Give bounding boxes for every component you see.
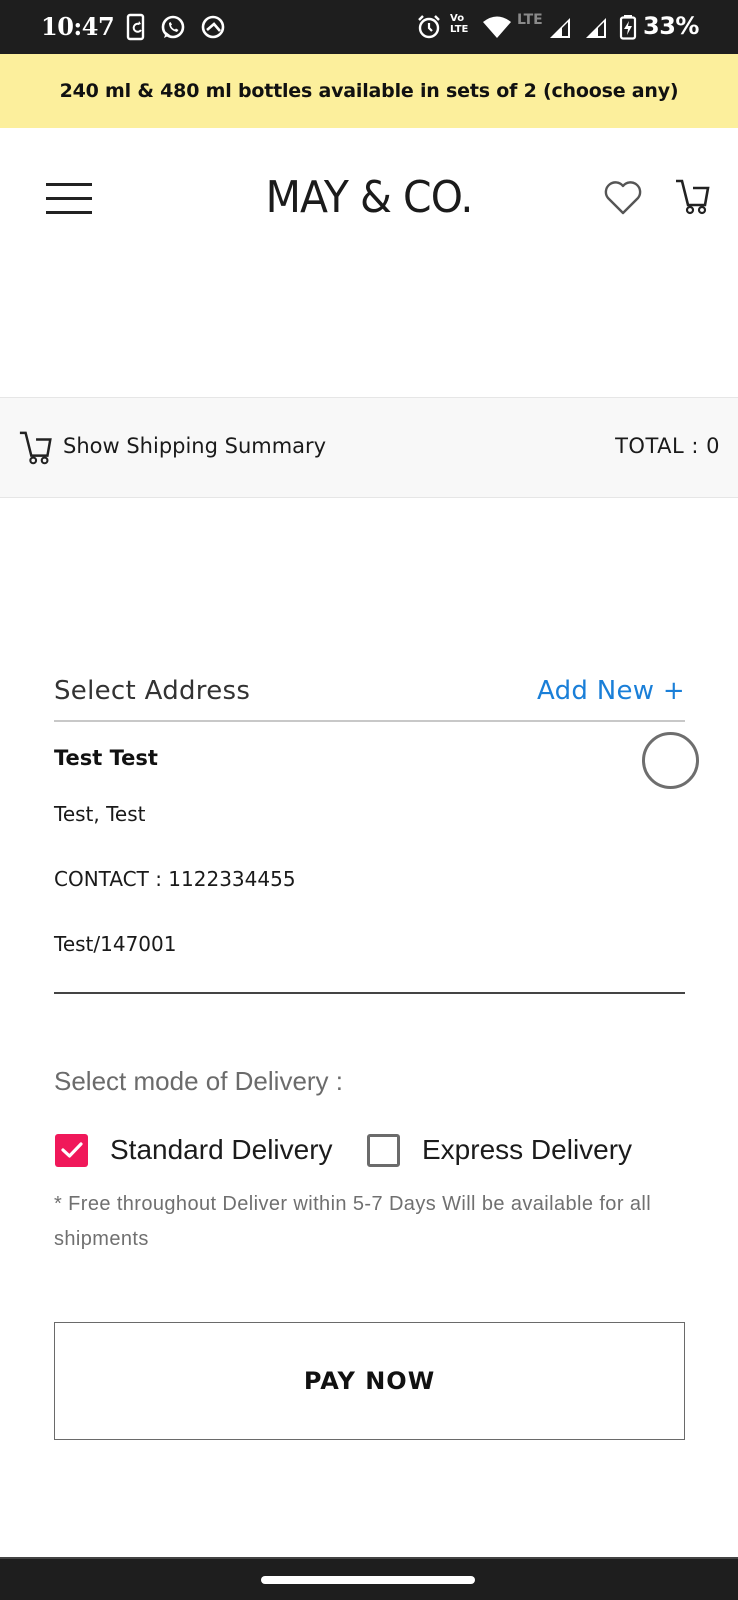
address-radio[interactable] bbox=[642, 732, 699, 789]
shipping-summary-label: Show Shipping Summary bbox=[63, 434, 327, 458]
delivery-note: * Free throughout Deliver within 5-7 Day… bbox=[54, 1193, 652, 1250]
cart-icon bbox=[19, 431, 52, 465]
whatsapp-icon bbox=[161, 15, 185, 39]
alarm-icon bbox=[418, 15, 440, 39]
address-line: Test, Test bbox=[54, 802, 146, 826]
address-card[interactable]: Test Test Test, Test CONTACT : 112233445… bbox=[54, 722, 699, 994]
standard-delivery-option[interactable]: Standard Delivery bbox=[55, 1131, 333, 1169]
express-delivery-option[interactable]: Express Delivery bbox=[367, 1131, 632, 1169]
pay-now-button[interactable]: PAY NOW bbox=[54, 1322, 685, 1440]
promo-banner: 240 ml & 480 ml bottles available in set… bbox=[0, 54, 738, 128]
address-name: Test Test bbox=[54, 746, 158, 770]
address-contact: CONTACT : 1122334455 bbox=[54, 867, 296, 891]
promo-text: 240 ml & 480 ml bottles available in set… bbox=[59, 80, 679, 102]
express-delivery-label: Express Delivery bbox=[422, 1134, 633, 1165]
check-icon bbox=[60, 1142, 83, 1158]
express-delivery-checkbox[interactable] bbox=[367, 1133, 400, 1167]
signal-icon bbox=[550, 18, 570, 38]
add-new-address-link[interactable]: Add New + bbox=[537, 676, 685, 706]
home-gesture-pill[interactable] bbox=[261, 1576, 475, 1584]
volte-icon: Vo LTE bbox=[450, 13, 469, 35]
pay-now-label: PAY NOW bbox=[303, 1367, 436, 1395]
standard-delivery-label: Standard Delivery bbox=[110, 1134, 333, 1165]
status-time: 10:47 bbox=[41, 12, 115, 41]
lte-icon: LTE bbox=[517, 12, 543, 28]
heart-icon[interactable] bbox=[603, 180, 643, 216]
order-total: TOTAL : 0 bbox=[615, 434, 720, 458]
battery-charging-icon bbox=[619, 15, 637, 40]
site-header: MAY & CO. bbox=[0, 128, 738, 268]
address-city-pin: Test/147001 bbox=[54, 932, 177, 956]
shipping-summary-toggle[interactable]: Show Shipping Summary TOTAL : 0 bbox=[0, 397, 738, 498]
status-bar: 10:47 Vo LTE LTE 33% bbox=[0, 0, 738, 54]
battery-percent: 33% bbox=[643, 12, 699, 40]
delivery-mode-title: Select mode of Delivery : bbox=[54, 1066, 344, 1096]
app-notification-icon bbox=[201, 15, 225, 39]
system-nav-bar bbox=[0, 1557, 738, 1600]
signal-icon bbox=[586, 18, 606, 38]
select-address-title: Select Address bbox=[54, 676, 251, 706]
wifi-icon bbox=[483, 16, 511, 38]
cart-icon[interactable] bbox=[674, 178, 714, 218]
screen-rotate-icon bbox=[126, 13, 145, 41]
address-section-header: Select Address Add New + bbox=[54, 672, 685, 722]
standard-delivery-checkbox[interactable] bbox=[55, 1133, 88, 1167]
